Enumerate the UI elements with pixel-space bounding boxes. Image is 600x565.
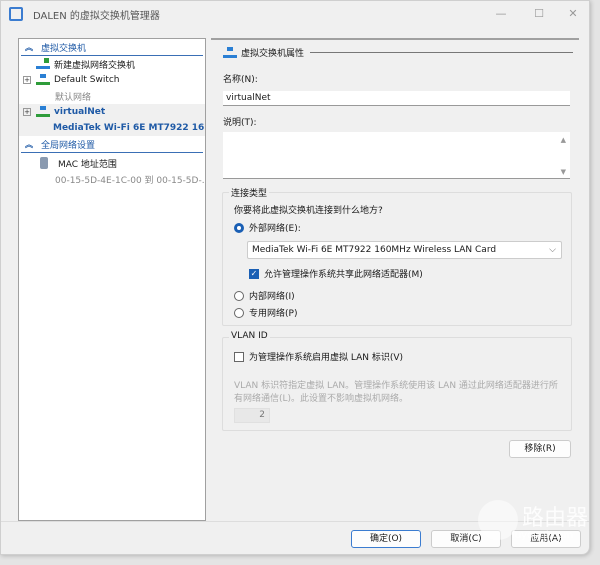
properties-header: 虚拟交换机属性 <box>241 49 305 59</box>
virtual-switch-manager-window: DALEN 的虚拟交换机管理器 — ☐ ✕ ︽ 虚拟交换机 新建虚拟网络交换机 +… <box>0 0 590 555</box>
switch-tree: ︽ 虚拟交换机 新建虚拟网络交换机 + Default Switch 默认网络 + v… <box>18 38 206 521</box>
new-switch-item[interactable]: 新建虚拟网络交换机 <box>19 56 205 72</box>
network-switch-icon <box>36 74 50 86</box>
mac-range-item[interactable]: MAC 地址范围 <box>19 155 205 171</box>
vlan-description-2: 有网络通信(L)。此设置不影响虚拟机网络。 <box>234 394 409 404</box>
scroll-up-icon[interactable]: ▲ <box>561 136 566 144</box>
vlan-enable-checkbox[interactable]: 为管理操作系统启用虚拟 LAN 标识(V) <box>234 350 403 363</box>
radio-private[interactable]: 专用网络(P) <box>234 306 297 319</box>
chevron-down-icon: ⌵ <box>549 245 556 255</box>
radio-checked-icon <box>234 222 244 233</box>
vlan-id-input[interactable]: 2 <box>234 408 270 423</box>
header-divider <box>310 52 573 53</box>
window-title: DALEN 的虚拟交换机管理器 <box>33 10 160 22</box>
share-adapter-checkbox[interactable]: ✓ 允许管理操作系统共享此网络适配器(M) <box>249 267 423 280</box>
collapse-icon: ︽ <box>25 43 33 52</box>
collapse-icon: ︽ <box>25 140 33 149</box>
expand-icon[interactable]: + <box>23 76 31 84</box>
section-global-network[interactable]: ︽ 全局网络设置 <box>21 137 203 153</box>
network-switch-icon <box>223 46 237 59</box>
vlan-group: VLAN ID 为管理操作系统启用虚拟 LAN 标识(V) VLAN 标识符指定… <box>222 331 572 431</box>
radio-icon <box>234 307 244 318</box>
radio-external[interactable]: 外部网络(E): <box>234 221 301 234</box>
apply-button[interactable]: 应用(A) <box>511 530 581 548</box>
scroll-down-icon[interactable]: ▼ <box>561 168 566 176</box>
close-button[interactable]: ✕ <box>553 1 593 25</box>
description-textarea[interactable]: ▲ ▼ <box>223 132 570 179</box>
name-input[interactable]: virtualNet <box>223 91 570 106</box>
properties-panel: 虚拟交换机属性 名称(N): virtualNet 说明(T): ▲ ▼ 连接类型… <box>211 38 579 521</box>
description-label: 说明(T): <box>223 118 257 128</box>
checkbox-icon <box>234 351 244 362</box>
switch-default-sub: 默认网络 <box>55 92 92 103</box>
cancel-button[interactable]: 取消(C) <box>431 530 501 548</box>
expand-icon[interactable]: + <box>23 108 31 116</box>
switch-virtualnet-selected[interactable]: + virtualNet MediaTek Wi-Fi 6E MT7922 16.… <box>19 104 205 136</box>
switch-virtualnet-sub: MediaTek Wi-Fi 6E MT7922 16... <box>53 123 205 133</box>
adapter-select[interactable]: MediaTek Wi-Fi 6E MT7922 160MHz Wireless… <box>247 241 562 259</box>
new-switch-icon <box>36 58 50 70</box>
vlan-legend: VLAN ID <box>229 331 270 341</box>
vlan-description: VLAN 标识符指定虚拟 LAN。管理操作系统使用该 LAN 通过此网络适配器进… <box>234 381 558 391</box>
ok-button[interactable]: 确定(O) <box>351 530 421 548</box>
radio-icon <box>234 290 244 301</box>
minimize-button[interactable]: — <box>481 1 521 25</box>
section-virtual-switches[interactable]: ︽ 虚拟交换机 <box>21 40 203 56</box>
connection-type-legend: 连接类型 <box>229 186 270 199</box>
network-switch-icon <box>36 106 50 118</box>
name-label: 名称(N): <box>223 75 258 85</box>
app-icon <box>9 7 23 21</box>
connection-question: 你要将此虚拟交换机连接到什么地方? <box>234 206 383 216</box>
footer-divider <box>1 521 589 522</box>
remove-button[interactable]: 移除(R) <box>509 440 571 458</box>
switch-default[interactable]: + Default Switch <box>19 72 205 88</box>
connection-type-group: 连接类型 你要将此虚拟交换机连接到什么地方? 外部网络(E): MediaTek… <box>222 186 572 326</box>
checkmark-icon: ✓ <box>249 268 259 279</box>
mac-range-sub: 00-15-5D-4E-1C-00 到 00-15-5D-... <box>55 175 205 186</box>
radio-internal[interactable]: 内部网络(I) <box>234 289 295 302</box>
mac-address-icon <box>40 157 48 169</box>
